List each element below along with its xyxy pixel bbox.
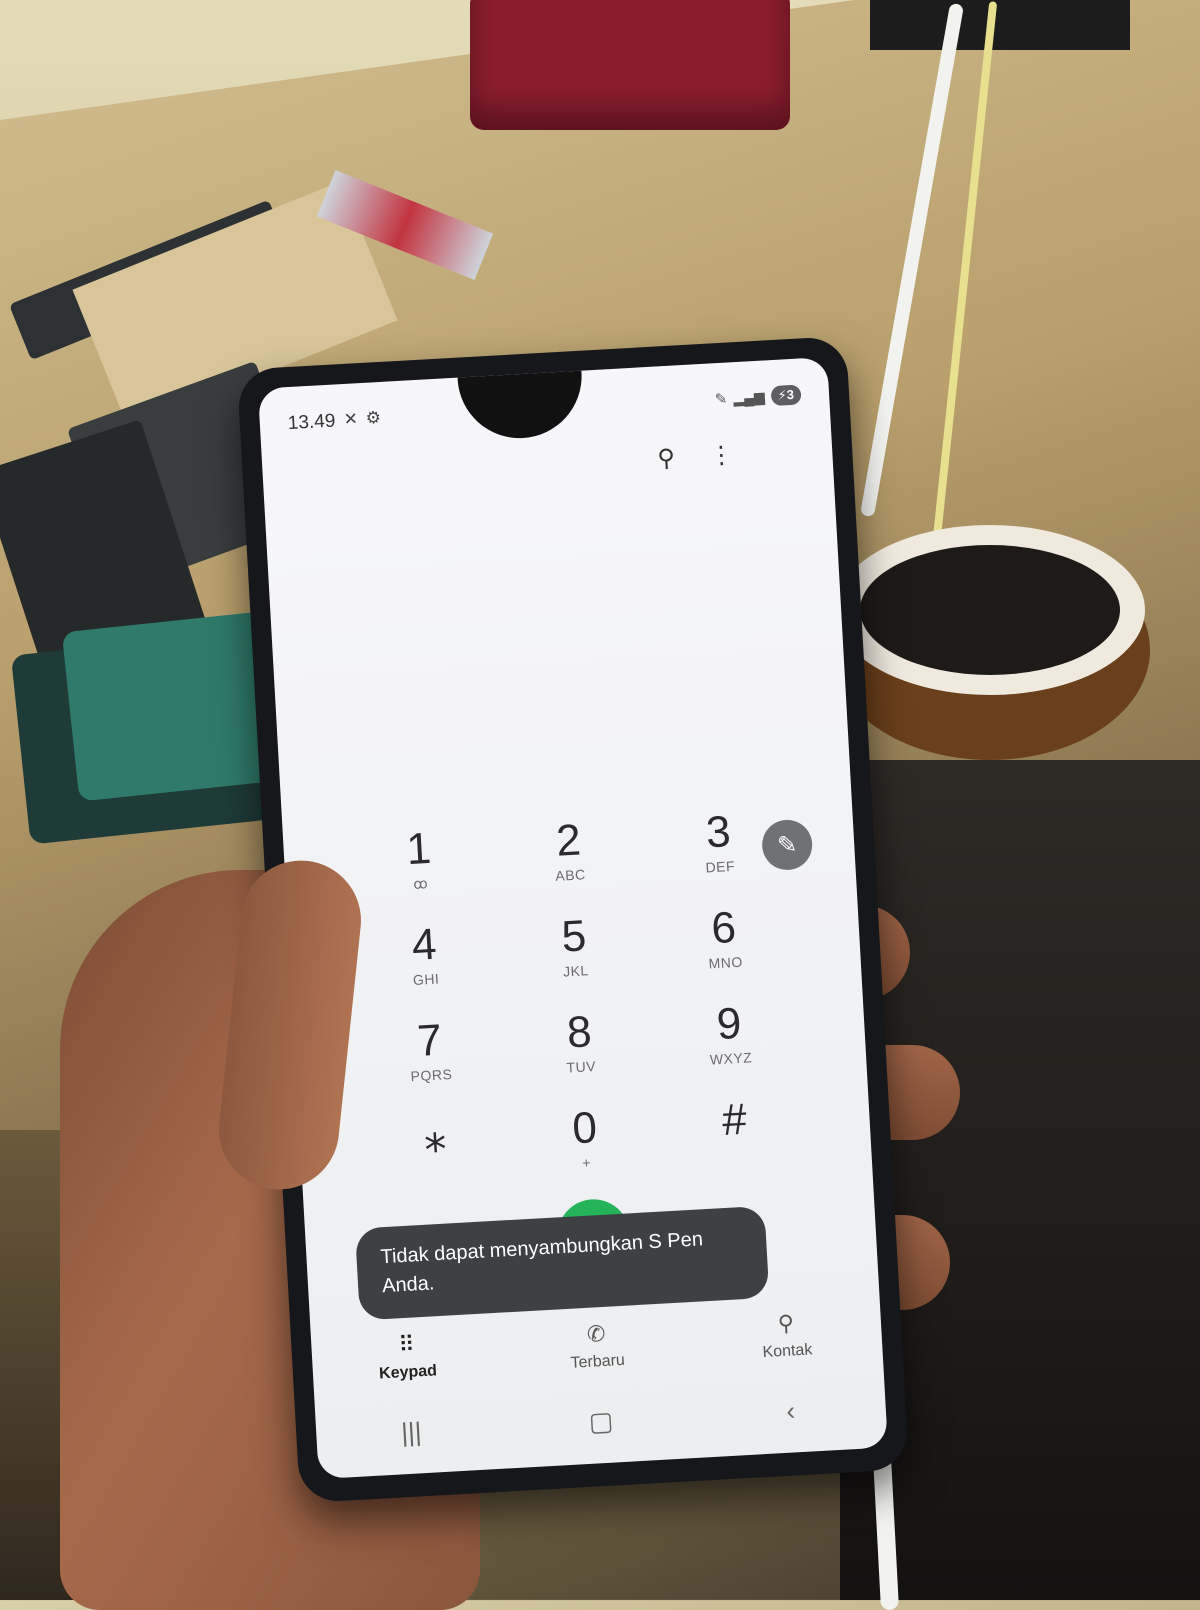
key-1[interactable]: 1ꝏ — [343, 821, 498, 925]
key-0[interactable]: 0 + — [508, 1101, 663, 1205]
home-icon[interactable]: ▢ — [505, 1396, 697, 1447]
bottom-navigation: ⠿ Keypad ✆ Terbaru ⚲ Kontak — [311, 1305, 883, 1397]
key-9[interactable]: 9 WXYZ — [653, 996, 808, 1100]
keypad-grid-icon: ⠿ — [397, 1331, 416, 1358]
pen-icon: ✎ — [714, 390, 728, 409]
dark-device — [870, 0, 1130, 50]
key-hash[interactable]: # — [658, 1092, 813, 1196]
status-right: ✎ ▂▄▆ ⚡3 — [714, 384, 802, 409]
back-icon[interactable]: ‹ — [695, 1385, 887, 1436]
key-8[interactable]: 8 TUV — [503, 1005, 658, 1109]
settings-gear-icon: ⚙ — [365, 407, 382, 428]
key-2[interactable]: 2 ABC — [492, 813, 647, 917]
mute-icon: ✕ — [343, 409, 359, 430]
recent-apps-icon[interactable]: ||| — [315, 1407, 507, 1458]
more-options-icon[interactable]: ⋮ — [709, 440, 735, 470]
system-navigation: ||| ▢ ‹ — [315, 1385, 886, 1457]
key-7[interactable]: 7 PQRS — [353, 1013, 508, 1117]
status-time: 13.49 — [287, 410, 336, 435]
contact-person-icon: ⚲ — [777, 1310, 795, 1337]
tab-recent[interactable]: ✆ Terbaru — [501, 1316, 694, 1387]
dark-cabinet — [840, 760, 1200, 1600]
dialed-number-field — [279, 736, 850, 808]
key-4[interactable]: 4 GHI — [348, 917, 503, 1021]
tab-keypad[interactable]: ⠿ Keypad — [311, 1327, 504, 1398]
toast-message: Tidak dapat menyambungkan S Pen Anda. — [354, 1205, 770, 1321]
red-container — [470, 0, 790, 130]
signal-icon: ▂▄▆ — [732, 387, 766, 406]
tape-roll-hole — [860, 545, 1120, 675]
dial-keypad: 1ꝏ 2 ABC 3 DEF 4 GHI 5 JKL 6 MNO 7 PQRS 8 TUV 9… — [343, 805, 814, 1214]
voicemail-icon: ꝏ — [412, 875, 429, 892]
recent-calls-icon: ✆ — [586, 1320, 607, 1347]
battery-icon: ⚡3 — [770, 384, 802, 407]
tab-contacts[interactable]: ⚲ Kontak — [690, 1305, 883, 1376]
key-star[interactable]: ⁎ — [359, 1109, 514, 1213]
key-5[interactable]: 5 JKL — [498, 909, 653, 1013]
key-6[interactable]: 6 MNO — [648, 900, 803, 1004]
search-icon[interactable]: ⚲ — [657, 444, 676, 474]
